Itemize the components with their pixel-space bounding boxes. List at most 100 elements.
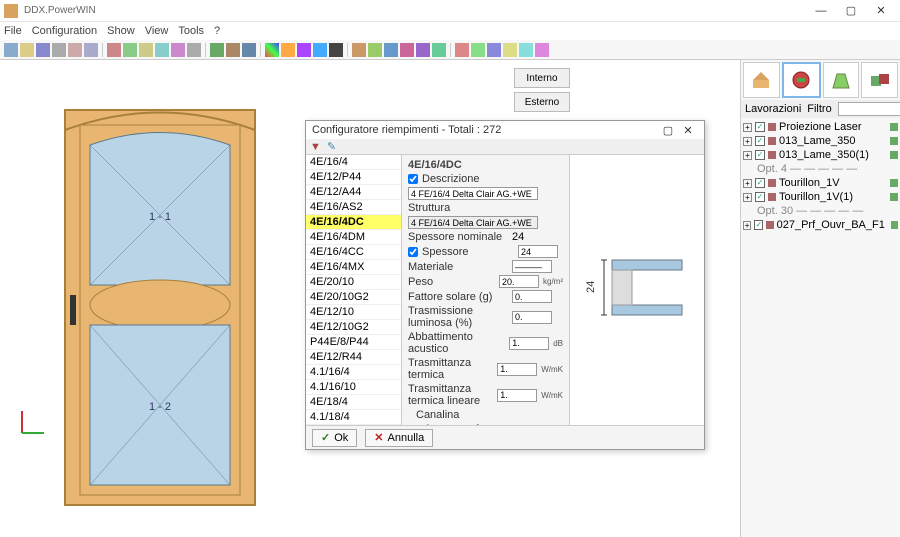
tool-circle-icon[interactable] xyxy=(368,43,382,57)
tree-row[interactable]: +✓027_Prf_Ouvr_BA_F1 xyxy=(743,218,898,232)
tool-3d-icon[interactable] xyxy=(519,43,533,57)
tool-view3-icon[interactable] xyxy=(487,43,501,57)
tool-gear-icon[interactable] xyxy=(226,43,240,57)
list-item[interactable]: 4.1/18/4 xyxy=(306,410,401,425)
menu-file[interactable]: File xyxy=(4,25,22,37)
dialog-titlebar[interactable]: Configuratore riempimenti - Totali : 272… xyxy=(306,121,704,139)
list-item[interactable]: 4E/18/4 xyxy=(306,395,401,410)
list-item[interactable]: 4E/16/AS2 xyxy=(306,200,401,215)
thumb-4[interactable] xyxy=(861,62,898,98)
tool-pan-icon[interactable] xyxy=(155,43,169,57)
filtro-input[interactable] xyxy=(838,102,900,116)
trasm-termica-field[interactable] xyxy=(497,363,537,376)
list-item[interactable]: 4E/12/A44 xyxy=(306,185,401,200)
abbattimento-field[interactable] xyxy=(509,337,549,350)
list-item[interactable]: 4E/12/R44 xyxy=(306,350,401,365)
tree-row[interactable]: Opt. 4 — — — — — xyxy=(743,162,898,176)
tool-line-icon[interactable] xyxy=(384,43,398,57)
tool-view2-icon[interactable] xyxy=(471,43,485,57)
tool-copy-icon[interactable] xyxy=(84,43,98,57)
tool-cut-icon[interactable] xyxy=(68,43,82,57)
maximize-button[interactable]: ▢ xyxy=(836,0,866,22)
spessore-checkbox[interactable] xyxy=(408,247,418,257)
tree-checkbox[interactable]: ✓ xyxy=(754,220,763,230)
tool-undo-icon[interactable] xyxy=(107,43,121,57)
menu-help[interactable]: ? xyxy=(214,25,220,37)
tree-row[interactable]: +✓Proiezione Laser xyxy=(743,120,898,134)
descrizione-field[interactable] xyxy=(408,187,538,200)
tool-print-icon[interactable] xyxy=(52,43,66,57)
expand-icon[interactable]: + xyxy=(743,179,752,188)
tree-checkbox[interactable]: ✓ xyxy=(755,136,765,146)
menu-show[interactable]: Show xyxy=(107,25,135,37)
interno-button[interactable]: Interno xyxy=(514,68,570,88)
list-item[interactable]: 4E/12/P44 xyxy=(306,170,401,185)
expand-icon[interactable]: + xyxy=(743,123,752,132)
list-item[interactable]: 4.1/16/4 xyxy=(306,365,401,380)
tree-row[interactable]: +✓013_Lame_350(1) xyxy=(743,148,898,162)
list-item[interactable]: 4E/16/4DC xyxy=(306,215,401,230)
fattore-solare-field[interactable] xyxy=(512,290,552,303)
tool-open-icon[interactable] xyxy=(20,43,34,57)
tree-checkbox[interactable]: ✓ xyxy=(755,150,765,160)
trasm-termica-lin-field[interactable] xyxy=(497,389,537,402)
tool-layers-icon[interactable] xyxy=(242,43,256,57)
thumb-2[interactable] xyxy=(782,62,821,98)
dialog-list[interactable]: 4E/16/44E/12/P444E/12/A444E/16/AS24E/16/… xyxy=(306,155,402,425)
tree-row[interactable]: Opt. 30 — — — — — xyxy=(743,204,898,218)
close-button[interactable]: ✕ xyxy=(866,0,896,22)
menu-view[interactable]: View xyxy=(145,25,169,37)
tool-dim-icon[interactable] xyxy=(432,43,446,57)
tree-row[interactable]: +✓Tourillon_1V xyxy=(743,176,898,190)
tree[interactable]: +✓Proiezione Laser+✓013_Lame_350+✓013_La… xyxy=(741,118,900,537)
expand-icon[interactable]: + xyxy=(743,221,751,230)
canvas[interactable]: 1 - 1 1 - 2 Interno Esterno Configurator… xyxy=(0,60,740,537)
dialog-close-button[interactable]: ✕ xyxy=(678,124,698,137)
spessore-field[interactable] xyxy=(518,245,558,258)
minimize-button[interactable]: — xyxy=(806,0,836,22)
tool-save-icon[interactable] xyxy=(36,43,50,57)
list-item[interactable]: 4E/20/10G2 xyxy=(306,290,401,305)
tool-new-icon[interactable] xyxy=(4,43,18,57)
ok-button[interactable]: ✓Ok xyxy=(312,429,357,447)
dialog-maximize-button[interactable]: ▢ xyxy=(658,124,678,137)
tool-shield-icon[interactable] xyxy=(210,43,224,57)
tool-arc-icon[interactable] xyxy=(416,43,430,57)
list-item[interactable]: 4E/16/4MX xyxy=(306,260,401,275)
trasmissione-lum-field[interactable] xyxy=(512,311,552,324)
list-item[interactable]: 4E/16/4CC xyxy=(306,245,401,260)
tool-rect-icon[interactable] xyxy=(352,43,366,57)
thumb-1[interactable] xyxy=(743,62,780,98)
list-item[interactable]: 4E/20/10 xyxy=(306,275,401,290)
esterno-button[interactable]: Esterno xyxy=(514,92,570,112)
list-item[interactable]: 4E/16/4 xyxy=(306,155,401,170)
thumb-3[interactable] xyxy=(823,62,860,98)
list-item[interactable]: 4E/12/10 xyxy=(306,305,401,320)
expand-icon[interactable]: + xyxy=(743,137,752,146)
list-item[interactable]: 4E/16/4DM xyxy=(306,230,401,245)
tree-row[interactable]: +✓013_Lame_350 xyxy=(743,134,898,148)
tool-redo-icon[interactable] xyxy=(123,43,137,57)
descrizione-checkbox[interactable] xyxy=(408,174,418,184)
cancel-button[interactable]: ✕Annulla xyxy=(365,429,433,447)
tree-checkbox[interactable]: ✓ xyxy=(755,192,765,202)
tree-checkbox[interactable]: ✓ xyxy=(755,122,765,132)
tool-color-icon[interactable] xyxy=(265,43,279,57)
peso-field[interactable] xyxy=(499,275,539,288)
tool-fill-icon[interactable] xyxy=(313,43,327,57)
dlg-tool-filter-icon[interactable]: ▼ xyxy=(310,141,321,153)
expand-icon[interactable]: + xyxy=(743,193,752,202)
list-item[interactable]: 4E/12/10G2 xyxy=(306,320,401,335)
tool-measure-icon[interactable] xyxy=(171,43,185,57)
materiale-field[interactable] xyxy=(512,260,552,273)
tool-paint-icon[interactable] xyxy=(281,43,295,57)
list-item[interactable]: 4.1/16/10 xyxy=(306,380,401,395)
tool-zoom-icon[interactable] xyxy=(139,43,153,57)
tool-brush-icon[interactable] xyxy=(297,43,311,57)
list-item[interactable]: P44E/8/P44 xyxy=(306,335,401,350)
tree-checkbox[interactable]: ✓ xyxy=(755,178,765,188)
tool-text-icon[interactable] xyxy=(329,43,343,57)
menu-configuration[interactable]: Configuration xyxy=(32,25,97,37)
tree-row[interactable]: +✓Tourillon_1V(1) xyxy=(743,190,898,204)
tool-poly-icon[interactable] xyxy=(400,43,414,57)
